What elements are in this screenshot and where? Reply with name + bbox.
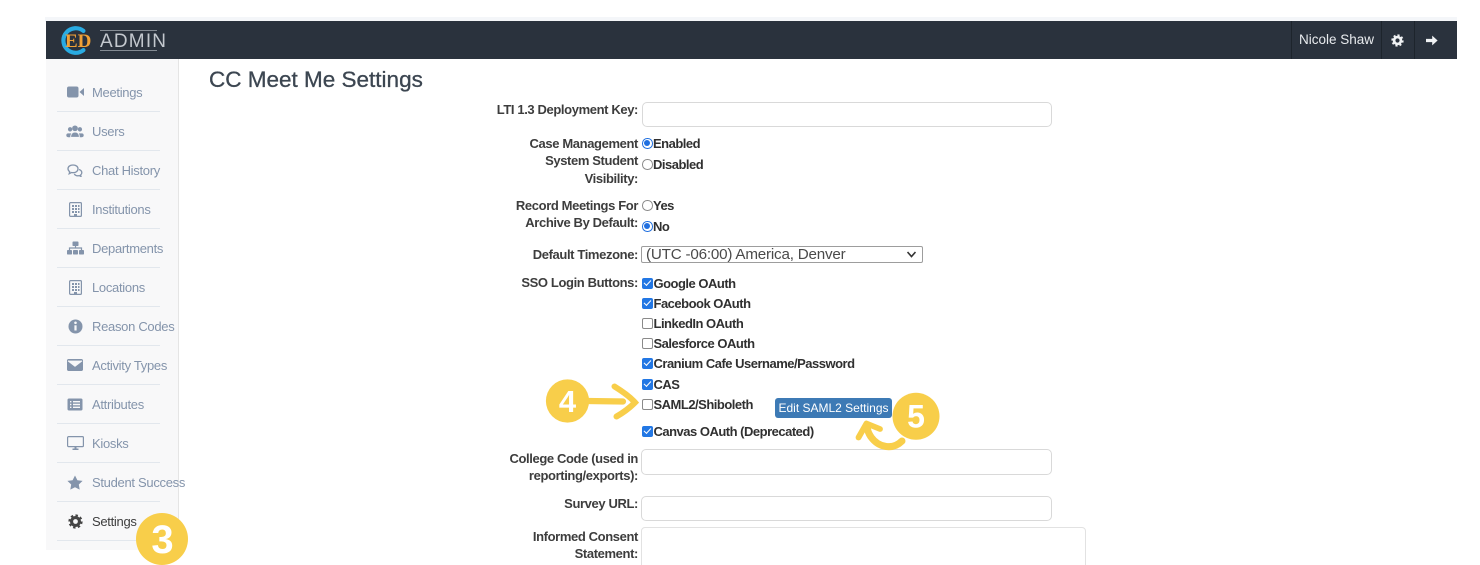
svg-text:5: 5 — [907, 399, 925, 435]
svg-text:4: 4 — [559, 384, 577, 419]
